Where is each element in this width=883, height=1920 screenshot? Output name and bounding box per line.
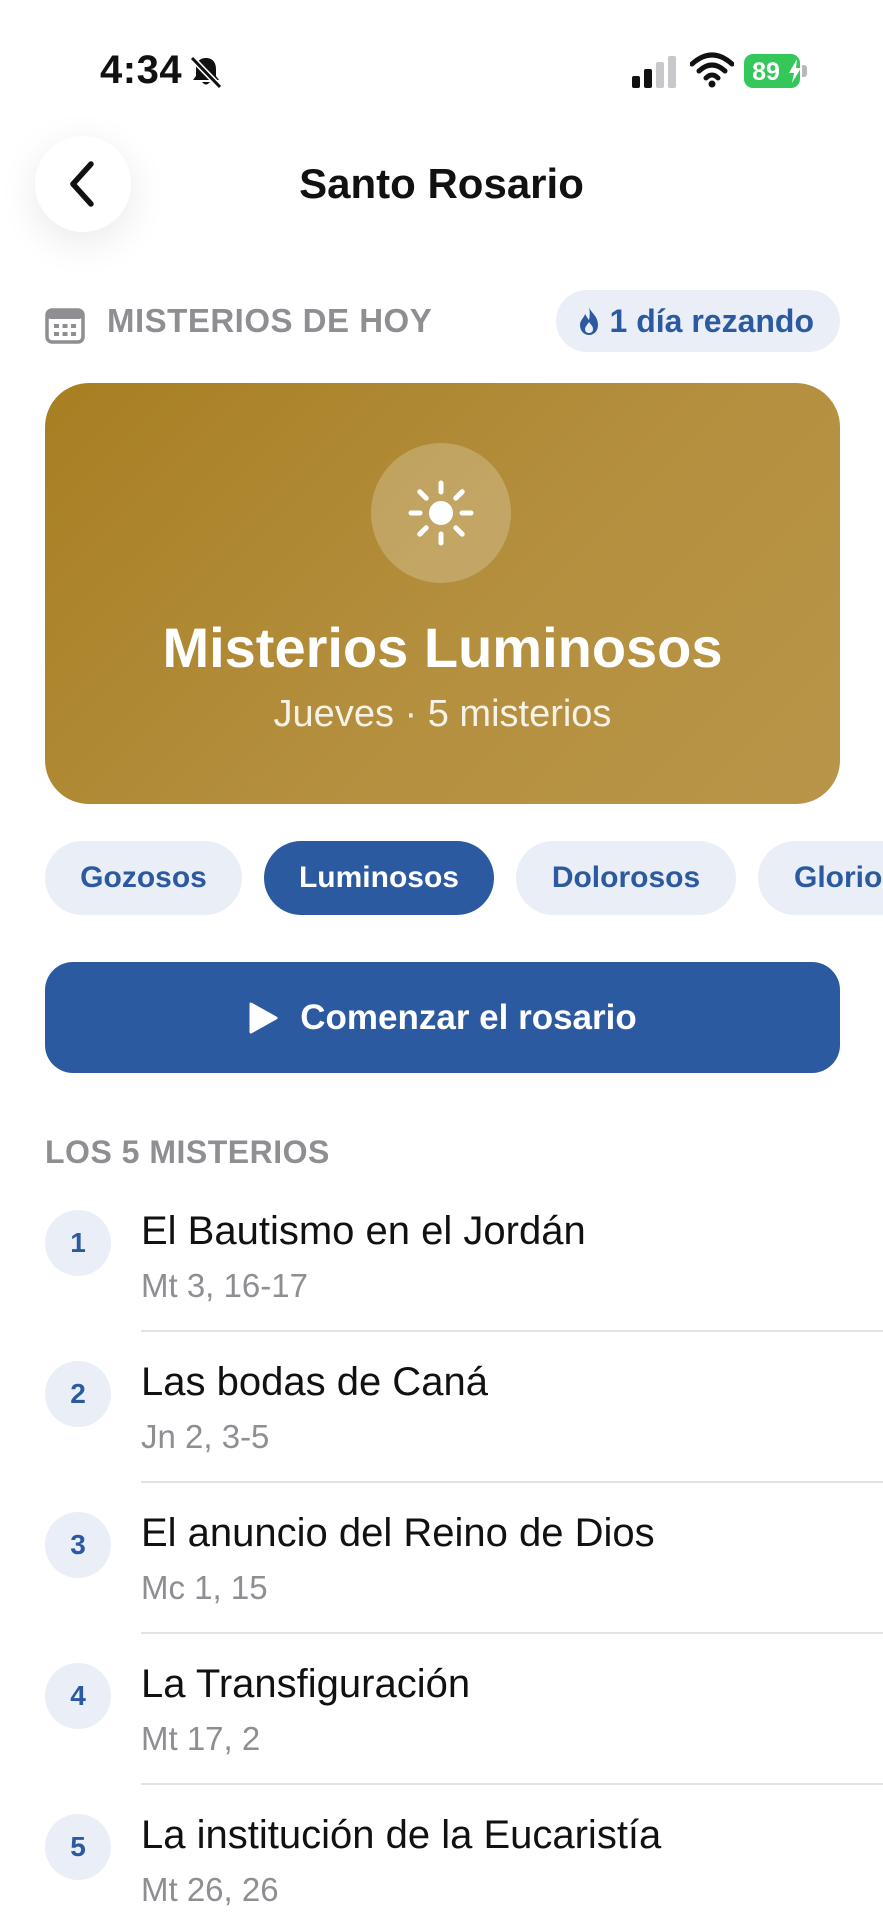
mysteries-list: 1 El Bautismo en el Jordán Mt 3, 16-17 2… bbox=[0, 1199, 883, 1920]
mystery-reference: Mt 26, 26 bbox=[141, 1871, 279, 1908]
chip-gozosos[interactable]: Gozosos bbox=[45, 841, 242, 915]
list-item[interactable]: 5 La institución de la Eucaristía Mt 26,… bbox=[0, 1803, 883, 1920]
battery-charging-icon: 89 bbox=[744, 54, 807, 88]
mystery-title: La Transfiguración bbox=[141, 1662, 471, 1706]
status-bar: 4:34 89 bbox=[0, 0, 883, 140]
sun-icon-circle bbox=[371, 443, 511, 583]
mystery-number: 1 bbox=[45, 1210, 111, 1276]
mystery-title: Las bodas de Caná bbox=[141, 1360, 488, 1404]
streak-text: 1 día rezando bbox=[609, 302, 815, 339]
calendar-icon bbox=[45, 308, 85, 344]
cellular-signal-icon bbox=[632, 56, 676, 88]
mystery-number: 4 bbox=[45, 1663, 111, 1729]
mystery-title: La institución de la Eucaristía bbox=[141, 1813, 662, 1857]
mystery-number: 5 bbox=[45, 1814, 111, 1880]
start-rosary-button[interactable]: Comenzar el rosario bbox=[45, 962, 840, 1073]
page-title: Santo Rosario bbox=[299, 160, 584, 207]
flame-icon bbox=[579, 307, 598, 335]
list-item[interactable]: 2 Las bodas de Caná Jn 2, 3-5 bbox=[0, 1350, 883, 1501]
mystery-reference: Mc 1, 15 bbox=[141, 1569, 268, 1606]
play-icon bbox=[249, 1002, 278, 1033]
mystery-reference: Jn 2, 3-5 bbox=[141, 1418, 270, 1455]
mystery-title: El anuncio del Reino de Dios bbox=[141, 1511, 655, 1555]
mystery-number: 3 bbox=[45, 1512, 111, 1578]
start-rosary-label: Comenzar el rosario bbox=[300, 997, 637, 1037]
todays-mysteries-row: MISTERIOS DE HOY 1 día rezando bbox=[45, 290, 840, 358]
todays-mysteries-card[interactable]: Misterios Luminosos Jueves · 5 misterios bbox=[45, 383, 840, 804]
divider bbox=[141, 1783, 883, 1785]
chip-dolorosos[interactable]: Dolorosos bbox=[516, 841, 736, 915]
mystery-title: El Bautismo en el Jordán bbox=[141, 1209, 586, 1253]
rosary-screen: 4:34 89 Santo Rosario MISTERIOS DE HOY 1… bbox=[0, 0, 883, 1920]
bell-slash-icon bbox=[189, 55, 223, 90]
hero-subtitle: Jueves · 5 misterios bbox=[273, 693, 612, 735]
mystery-reference: Mt 17, 2 bbox=[141, 1720, 261, 1757]
list-item[interactable]: 4 La Transfiguración Mt 17, 2 bbox=[0, 1652, 883, 1803]
battery-cap bbox=[802, 65, 807, 77]
chip-gloriosos[interactable]: Gloriosos bbox=[758, 841, 883, 915]
hero-title: Misterios Luminosos bbox=[162, 616, 723, 679]
battery-level: 89 bbox=[752, 58, 780, 86]
status-time: 4:34 bbox=[100, 48, 183, 92]
mystery-reference: Mt 3, 16-17 bbox=[141, 1267, 308, 1304]
mystery-number: 2 bbox=[45, 1361, 111, 1427]
list-item[interactable]: 3 El anuncio del Reino de Dios Mc 1, 15 bbox=[0, 1501, 883, 1652]
divider bbox=[141, 1481, 883, 1483]
bolt-icon bbox=[789, 59, 801, 83]
divider bbox=[141, 1632, 883, 1634]
mystery-type-selector: Gozosos Luminosos Dolorosos Gloriosos bbox=[45, 841, 883, 915]
streak-badge: 1 día rezando bbox=[555, 290, 840, 352]
mysteries-list-heading: LOS 5 MISTERIOS bbox=[45, 1134, 330, 1170]
sun-icon bbox=[408, 480, 474, 546]
divider bbox=[141, 1330, 883, 1332]
wifi-icon bbox=[690, 52, 734, 88]
chip-luminosos[interactable]: Luminosos bbox=[264, 841, 494, 915]
section-label: MISTERIOS DE HOY bbox=[107, 302, 433, 339]
list-item[interactable]: 1 El Bautismo en el Jordán Mt 3, 16-17 bbox=[0, 1199, 883, 1350]
